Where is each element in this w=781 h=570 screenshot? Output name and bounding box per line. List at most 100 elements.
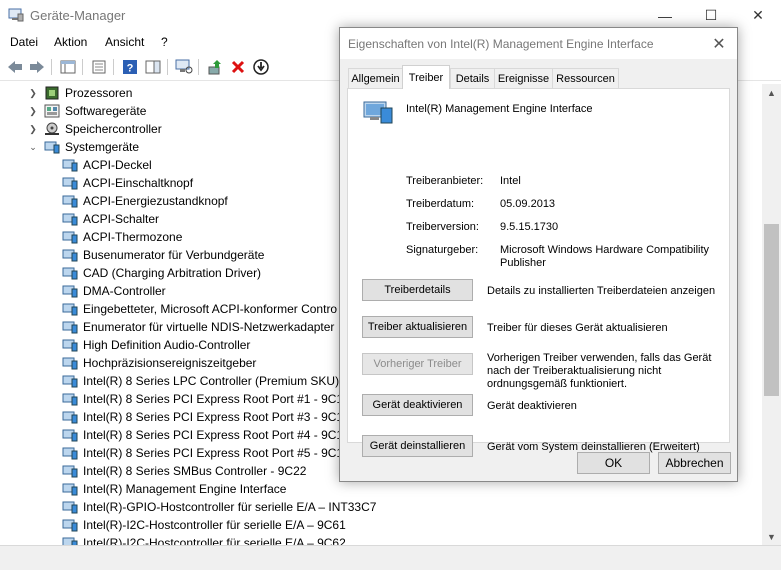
chevron-down-icon[interactable]: ⌄ [28,142,38,152]
tree-device-label: ACPI-Energiezustandknopf [83,194,228,208]
menu-aktion[interactable]: Aktion [54,35,87,49]
scan-hardware-icon[interactable] [174,57,194,77]
tree-category-prozessoren[interactable]: ❯ Prozessoren [28,84,132,102]
chevron-right-icon[interactable]: ❯ [28,124,38,134]
tree-device-label: High Definition Audio-Controller [83,338,251,352]
driver-date-label: Treiberdatum: [406,198,475,210]
tab-details[interactable]: Details [450,68,495,88]
cancel-button[interactable]: Abbrechen [658,452,731,474]
tab-ereignisse[interactable]: Ereignisse [494,68,553,88]
tree-device-item[interactable]: ACPI-Schalter [62,210,159,228]
tree-device-item[interactable]: Enumerator für virtuelle NDIS-Netzwerkad… [62,318,334,336]
system-device-icon [62,518,78,532]
tree-device-label: Intel(R) 8 Series PCI Express Root Port … [83,392,350,406]
driver-details-button[interactable]: Treiberdetails [362,279,473,301]
update-driver-description: Treiber für dieses Gerät aktualisieren [487,322,668,334]
disable-device-button[interactable]: Gerät deaktivieren [362,394,473,416]
ok-button[interactable]: OK [577,452,650,474]
driver-provider-value: Intel [500,175,521,187]
tree-device-item[interactable]: CAD (Charging Arbitration Driver) [62,264,261,282]
disable-device-icon[interactable] [251,57,271,77]
system-device-icon [62,410,78,424]
tab-treiber[interactable]: Treiber [402,65,450,89]
system-device-icon [62,428,78,442]
driver-version-label: Treiberversion: [406,221,479,233]
properties-icon[interactable] [89,57,109,77]
properties-dialog: Eigenschaften von Intel(R) Management En… [339,27,738,482]
tree-device-item[interactable]: Intel(R) 8 Series PCI Express Root Port … [62,390,350,408]
dialog-close-icon[interactable]: ✕ [709,34,729,54]
driver-provider-label: Treiberanbieter: [406,175,484,187]
forward-arrow-icon[interactable] [27,57,47,77]
tree-device-item[interactable]: Intel(R)-I2C-Hostcontroller für serielle… [62,516,346,534]
tree-device-item[interactable]: Intel(R)-I2C-Hostcontroller für serielle… [62,534,346,545]
system-device-icon [44,141,60,154]
toolbar-separator [113,59,114,75]
chevron-right-icon[interactable]: ❯ [28,106,38,116]
tree-device-label: Intel(R)-GPIO-Hostcontroller für seriell… [83,500,377,514]
action-pane-icon[interactable] [143,57,163,77]
tree-device-item[interactable]: Intel(R) 8 Series LPC Controller (Premiu… [62,372,346,390]
tab-ressourcen[interactable]: Ressourcen [552,68,619,88]
system-device-icon [62,536,78,545]
help-icon[interactable]: ? [120,57,140,77]
tree-device-item[interactable]: Intel(R) 8 Series PCI Express Root Port … [62,426,350,444]
tree-category-softwaregeraete[interactable]: ❯ Softwaregeräte [28,102,146,120]
scroll-up-icon[interactable]: ▲ [762,84,781,101]
tree-device-item[interactable]: Intel(R) 8 Series SMBus Controller - 9C2… [62,462,306,480]
menu-datei[interactable]: Datei [10,35,38,49]
system-device-icon [62,302,78,316]
update-driver-button[interactable]: Treiber aktualisieren [362,316,473,338]
system-device-icon [62,266,78,280]
chevron-right-icon[interactable]: ❯ [28,88,38,98]
uninstall-x-icon[interactable] [228,57,248,77]
system-device-icon [62,374,78,388]
tree-device-item[interactable]: ACPI-Deckel [62,156,152,174]
tree-device-item[interactable]: ACPI-Einschaltknopf [62,174,193,192]
tree-device-item[interactable]: Eingebetteter, Microsoft ACPI-konformer … [62,300,337,318]
toolbar-separator [82,59,83,75]
driver-details-description: Details zu installierten Treiberdateien … [487,285,716,297]
tree-device-label: Eingebetteter, Microsoft ACPI-konformer … [83,302,338,316]
tree-device-label: ACPI-Einschaltknopf [83,176,194,190]
driver-tab-panel: Intel(R) Management Engine Interface Tre… [347,88,730,457]
show-hide-console-tree-icon[interactable] [58,57,78,77]
menu-help[interactable]: ? [161,35,168,49]
tab-allgemein[interactable]: Allgemein [348,68,403,88]
tree-device-item[interactable]: Intel(R) Management Engine Interface [62,480,286,498]
tree-category-label: Speichercontroller [65,122,162,136]
back-arrow-icon[interactable] [5,57,25,77]
tree-device-label: Intel(R) Management Engine Interface [83,482,287,496]
dialog-titlebar: Eigenschaften von Intel(R) Management En… [340,28,737,59]
tree-device-label: Intel(R)-I2C-Hostcontroller für serielle… [83,536,346,545]
driver-date-value: 05.09.2013 [500,198,556,210]
scrollbar-thumb[interactable] [764,224,779,396]
tree-device-item[interactable]: Intel(R) 8 Series PCI Express Root Port … [62,408,350,426]
close-button[interactable]: ✕ [735,0,781,31]
scroll-down-icon[interactable]: ▼ [762,528,781,545]
uninstall-device-button[interactable]: Gerät deinstallieren [362,435,473,457]
update-driver-icon[interactable] [205,57,225,77]
tree-category-label: Systemgeräte [65,140,140,154]
tree-device-item[interactable]: Busenumerator für Verbundgeräte [62,246,264,264]
tree-category-label: Softwaregeräte [65,104,147,118]
tree-device-item[interactable]: ACPI-Thermozone [62,228,182,246]
rollback-driver-button[interactable]: Vorheriger Treiber [362,353,473,375]
menu-ansicht[interactable]: Ansicht [105,35,144,49]
tree-device-item[interactable]: Intel(R) 8 Series PCI Express Root Port … [62,444,350,462]
storage-controller-icon [45,122,59,135]
tree-device-label: Intel(R) 8 Series PCI Express Root Port … [83,410,350,424]
tree-category-systemgeraete[interactable]: ⌄ Systemgeräte [28,138,139,156]
tree-category-speichercontroller[interactable]: ❯ Speichercontroller [28,120,162,138]
tree-device-item[interactable]: ACPI-Energiezustandknopf [62,192,228,210]
tree-device-label: Busenumerator für Verbundgeräte [83,248,265,262]
toolbar-separator [51,59,52,75]
tree-device-item[interactable]: Hochpräzisionsereigniszeitgeber [62,354,256,372]
processor-icon [45,86,59,100]
rollback-driver-description: Vorherigen Treiber verwenden, falls das … [487,352,712,390]
tree-device-label: CAD (Charging Arbitration Driver) [83,266,262,280]
tree-device-item[interactable]: High Definition Audio-Controller [62,336,250,354]
vertical-scrollbar[interactable]: ▲ ▼ [762,84,781,545]
tree-device-item[interactable]: Intel(R)-GPIO-Hostcontroller für seriell… [62,498,376,516]
tree-device-item[interactable]: DMA-Controller [62,282,166,300]
